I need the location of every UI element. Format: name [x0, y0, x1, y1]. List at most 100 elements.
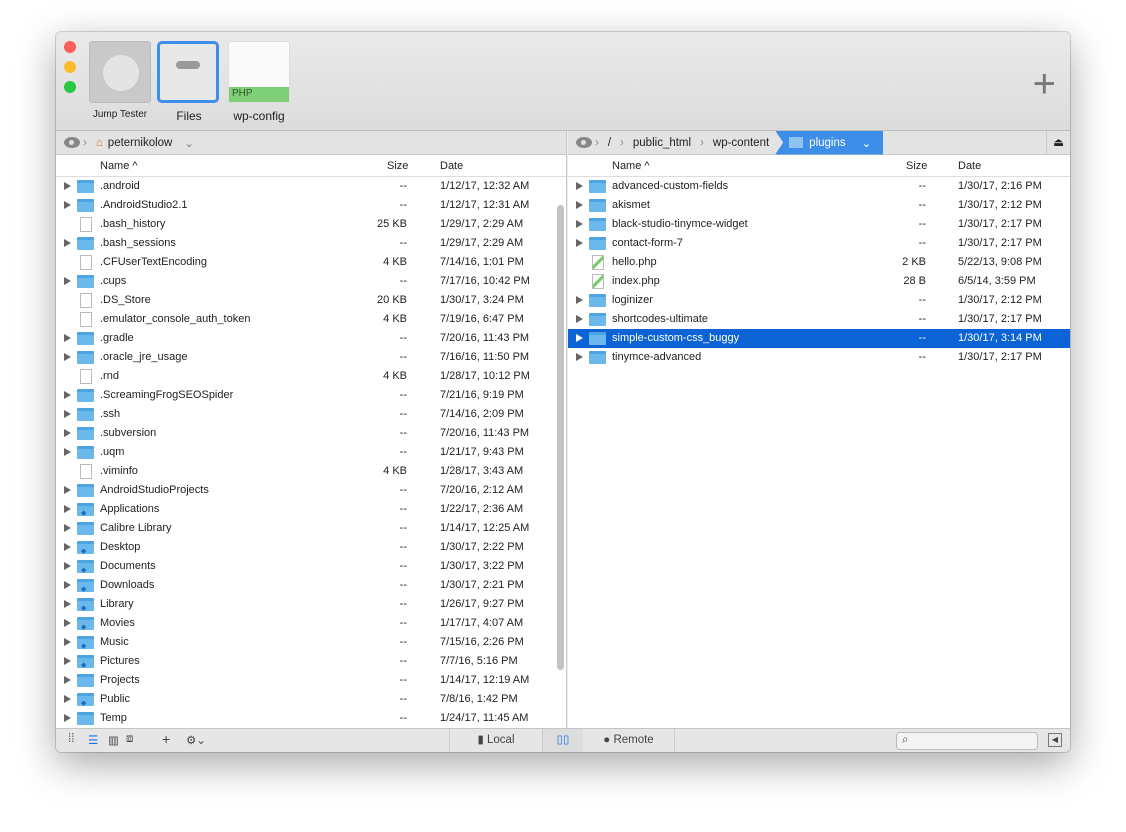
disclosure-triangle-icon[interactable] [64, 695, 71, 703]
eject-icon[interactable]: ⏏ [1046, 130, 1070, 155]
disclosure-triangle-icon[interactable] [64, 714, 71, 722]
file-row[interactable]: .AndroidStudio2.1 -- 1/12/17, 12:31 AM [56, 196, 566, 215]
file-row[interactable]: .oracle_jre_usage -- 7/16/16, 11:50 PM [56, 348, 566, 367]
list-view-icon[interactable]: ☰ [88, 733, 98, 747]
search-input[interactable]: ⌕ [896, 732, 1038, 750]
disclosure-triangle-icon[interactable] [64, 581, 71, 589]
split-view-button[interactable]: ▯▯ [543, 729, 583, 752]
breadcrumb-public-html[interactable]: public_html [627, 131, 697, 155]
disclosure-triangle-icon[interactable] [576, 296, 583, 304]
file-row[interactable]: contact-form-7 -- 1/30/17, 2:17 PM [568, 234, 1070, 253]
disclosure-triangle-icon[interactable] [64, 353, 71, 361]
add-icon[interactable]: + [162, 731, 170, 747]
sidebar-toggle-icon[interactable]: ◀ [1048, 733, 1062, 747]
eye-icon[interactable] [576, 137, 592, 148]
file-row[interactable]: ◆ Movies -- 1/17/17, 4:07 AM [56, 614, 566, 633]
file-row[interactable]: advanced-custom-fields -- 1/30/17, 2:16 PM [568, 177, 1070, 196]
breadcrumb-root[interactable]: / [602, 131, 617, 155]
file-row[interactable]: .gradle -- 7/20/16, 11:43 PM [56, 329, 566, 348]
zoom-button[interactable] [64, 81, 76, 93]
disclosure-triangle-icon[interactable] [64, 391, 71, 399]
name-column-header[interactable]: Name ^ [100, 160, 138, 172]
breadcrumb-wp-content[interactable]: wp-content [707, 131, 775, 155]
icon-view-icon[interactable]: ⁞⁞ [68, 733, 74, 745]
size-column-header[interactable]: Size [906, 160, 927, 172]
disclosure-triangle-icon[interactable] [64, 543, 71, 551]
disclosure-triangle-icon[interactable] [64, 657, 71, 665]
gear-icon[interactable]: ⚙⌄ [186, 733, 206, 747]
disclosure-triangle-icon[interactable] [576, 201, 583, 209]
file-row[interactable]: .DS_Store 20 KB 1/30/17, 3:24 PM [56, 291, 566, 310]
file-row[interactable]: Projects -- 1/14/17, 12:19 AM [56, 671, 566, 690]
scrollbar[interactable] [557, 205, 564, 670]
tab-files[interactable] [157, 41, 219, 103]
disclosure-triangle-icon[interactable] [64, 600, 71, 608]
disclosure-triangle-icon[interactable] [64, 429, 71, 437]
breadcrumb-plugins[interactable]: plugins ⌄ [775, 130, 884, 155]
disclosure-triangle-icon[interactable] [64, 638, 71, 646]
disclosure-triangle-icon[interactable] [576, 315, 583, 323]
file-row[interactable]: ◆ Pictures -- 7/7/16, 5:16 PM [56, 652, 566, 671]
minimize-button[interactable] [64, 61, 76, 73]
disclosure-triangle-icon[interactable] [64, 410, 71, 418]
file-row[interactable]: .subversion -- 7/20/16, 11:43 PM [56, 424, 566, 443]
disclosure-triangle-icon[interactable] [64, 201, 71, 209]
chevron-down-icon[interactable]: ⌄ [862, 136, 872, 150]
disclosure-triangle-icon[interactable] [576, 182, 583, 190]
file-row[interactable]: .CFUserTextEncoding 4 KB 7/14/16, 1:01 PM [56, 253, 566, 272]
file-row[interactable]: tinymce-advanced -- 1/30/17, 2:17 PM [568, 348, 1070, 367]
file-row[interactable]: index.php 28 B 6/5/14, 3:59 PM [568, 272, 1070, 291]
file-row[interactable]: ◆ Downloads -- 1/30/17, 2:21 PM [56, 576, 566, 595]
file-row[interactable]: akismet -- 1/30/17, 2:12 PM [568, 196, 1070, 215]
file-row[interactable]: Temp -- 1/24/17, 11:45 AM [56, 709, 566, 728]
tab-wp-config[interactable]: PHP [228, 41, 290, 103]
file-row[interactable]: ◆ Applications -- 1/22/17, 2:36 AM [56, 500, 566, 519]
file-row[interactable]: .emulator_console_auth_token 4 KB 7/19/16,… [56, 310, 566, 329]
file-row[interactable]: .ssh -- 7/14/16, 2:09 PM [56, 405, 566, 424]
file-row[interactable]: .cups -- 7/17/16, 10:42 PM [56, 272, 566, 291]
file-row[interactable]: ◆ Library -- 1/26/17, 9:27 PM [56, 595, 566, 614]
breadcrumb-home[interactable]: ⌂ peternikolow ⌄ [90, 131, 200, 155]
disclosure-triangle-icon[interactable] [64, 486, 71, 494]
column-view-icon[interactable]: ▥ [108, 733, 119, 747]
file-row[interactable]: .bash_sessions -- 1/29/17, 2:29 AM [56, 234, 566, 253]
size-column-header[interactable]: Size [387, 160, 408, 172]
local-button[interactable]: ▮ Local [449, 729, 543, 752]
disclosure-triangle-icon[interactable] [64, 334, 71, 342]
date-column-header[interactable]: Date [440, 160, 463, 172]
disclosure-triangle-icon[interactable] [64, 277, 71, 285]
disclosure-triangle-icon[interactable] [64, 524, 71, 532]
add-tab-icon[interactable]: + [1033, 64, 1056, 104]
eye-icon[interactable] [64, 137, 80, 148]
file-row[interactable]: black-studio-tinymce-widget -- 1/30/17, 2:… [568, 215, 1070, 234]
disclosure-triangle-icon[interactable] [64, 676, 71, 684]
chevron-down-icon[interactable]: ⌄ [184, 136, 194, 150]
disclosure-triangle-icon[interactable] [64, 448, 71, 456]
disclosure-triangle-icon[interactable] [64, 562, 71, 570]
disclosure-triangle-icon[interactable] [64, 505, 71, 513]
file-row[interactable]: ◆ Music -- 7/15/16, 2:26 PM [56, 633, 566, 652]
file-row[interactable]: .rnd 4 KB 1/28/17, 10:12 PM [56, 367, 566, 386]
date-column-header[interactable]: Date [958, 160, 981, 172]
disclosure-triangle-icon[interactable] [64, 619, 71, 627]
disclosure-triangle-icon[interactable] [64, 239, 71, 247]
disclosure-triangle-icon[interactable] [576, 239, 583, 247]
file-row[interactable]: .viminfo 4 KB 1/28/17, 3:43 AM [56, 462, 566, 481]
name-column-header[interactable]: Name ^ [612, 160, 650, 172]
close-button[interactable] [64, 41, 76, 53]
disclosure-triangle-icon[interactable] [64, 182, 71, 190]
disclosure-triangle-icon[interactable] [576, 220, 583, 228]
file-row[interactable]: .ScreamingFrogSEOSpider -- 7/21/16, 9:19 P… [56, 386, 566, 405]
file-row[interactable]: .bash_history 25 KB 1/29/17, 2:29 AM [56, 215, 566, 234]
remote-button[interactable]: ● Remote [583, 729, 675, 752]
file-row[interactable]: AndroidStudioProjects -- 7/20/16, 2:12 AM [56, 481, 566, 500]
file-row[interactable]: shortcodes-ultimate -- 1/30/17, 2:17 PM [568, 310, 1070, 329]
file-row[interactable]: Calibre Library -- 1/14/17, 12:25 AM [56, 519, 566, 538]
file-row[interactable]: ◆ Documents -- 1/30/17, 3:22 PM [56, 557, 566, 576]
file-row[interactable]: ◆ Desktop -- 1/30/17, 2:22 PM [56, 538, 566, 557]
file-row[interactable]: simple-custom-css_buggy -- 1/30/17, 3:14 P… [568, 329, 1070, 348]
file-row[interactable]: .android -- 1/12/17, 12:32 AM [56, 177, 566, 196]
tab-jump-tester[interactable] [89, 41, 151, 103]
disclosure-triangle-icon[interactable] [576, 334, 583, 342]
file-row[interactable]: loginizer -- 1/30/17, 2:12 PM [568, 291, 1070, 310]
